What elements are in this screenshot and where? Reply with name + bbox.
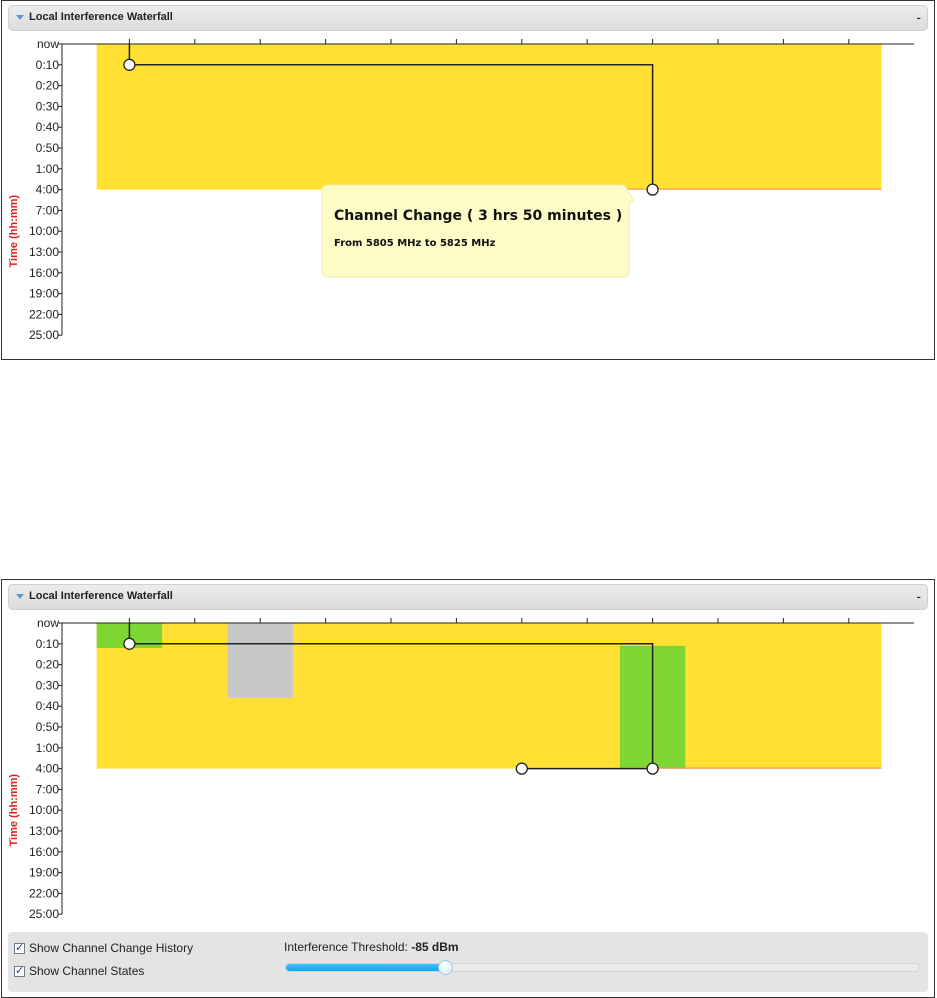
threshold-value: -85 dBm [411,940,459,954]
waterfall-cell-high [96,44,882,190]
y-tick-label: 10:00 [29,803,59,817]
y-axis-title: Time (hh:mm) [8,195,20,268]
y-tick-label: 13:00 [29,824,59,838]
channel-change-marker [123,637,136,650]
y-tick-label: 25:00 [29,907,59,921]
waterfall-chart: now 0:10 0:20 0:30 0:40 0:50 1:00 4:00 7:00 10:00… [8,616,914,921]
y-tick-label: 0:30 [36,678,60,692]
y-tick-label: 19:00 [29,866,59,880]
waterfall-panel-bottom: Local Interference Waterfall - now 0:10 0:… [1,579,935,998]
y-tick-label: 1:00 [36,741,60,755]
waterfall-cell-high [96,623,882,769]
waterfall-chart: now 0:10 0:20 0:30 0:40 0:50 1:00 4:00 7:00 10:00… [8,37,914,342]
threshold-label: Interference Threshold: -85 dBm [284,940,459,954]
y-tick-label: 0:50 [36,141,60,155]
tooltip-bubble [321,184,635,278]
threshold-slider-thumb[interactable] [437,960,453,975]
channel-change-marker [515,762,528,775]
y-tick-label: 22:00 [29,307,59,321]
y-tick-label: 4:00 [36,762,60,776]
chart-options: Show Channel Change History Show Channel… [8,932,928,992]
show-history-checkbox[interactable] [14,941,25,954]
y-tick-label: 19:00 [29,287,59,301]
channel-change-tooltip: Channel Change ( 3 hrs 50 minutes ) From… [321,184,635,278]
show-history-label[interactable]: Show Channel Change History [29,941,193,955]
show-states-option[interactable]: Show Channel States [14,964,144,978]
threshold-slider[interactable] [285,960,920,975]
show-states-label[interactable]: Show Channel States [29,964,144,978]
threshold-label-text: Interference Threshold: [284,940,408,954]
y-tick-label: 13:00 [29,245,59,259]
y-tick-label: 16:00 [29,266,59,280]
y-tick-label: 0:10 [36,58,60,72]
y-tick-label: 0:20 [36,658,60,672]
y-tick-label: 7:00 [36,782,60,796]
y-tick-label: 0:30 [36,99,60,113]
tooltip-background [321,184,635,278]
y-tick-label: now [37,616,59,630]
tooltip-detail: From 5805 MHz to 5825 MHz [334,238,496,249]
waterfall-cell-unavailable [227,623,293,698]
show-states-checkbox[interactable] [14,964,25,977]
channel-change-marker [646,762,659,775]
y-tick-label: 7:00 [36,203,60,217]
y-tick-label: 0:50 [36,720,60,734]
y-tick-label: 10:00 [29,224,59,238]
y-tick-label: 0:10 [36,637,60,651]
tooltip-title: Channel Change ( 3 hrs 50 minutes ) [334,208,623,224]
y-tick-label: 0:40 [36,699,60,713]
show-history-option[interactable]: Show Channel Change History [14,941,193,955]
waterfall-panel-top: Local Interference Waterfall - now 0:10 0:… [1,0,935,360]
y-tick-label: 0:40 [36,120,60,134]
y-tick-label: 16:00 [29,845,59,859]
y-tick-label: 1:00 [36,162,60,176]
y-tick-label: 22:00 [29,886,59,900]
y-axis-title: Time (hh:mm) [8,774,20,847]
y-tick-label: 4:00 [36,183,60,197]
y-tick-label: now [37,37,59,51]
threshold-slider-fill [286,964,445,971]
y-tick-label: 0:20 [36,79,60,93]
channel-change-marker [123,58,136,71]
y-tick-label: 25:00 [29,328,59,342]
